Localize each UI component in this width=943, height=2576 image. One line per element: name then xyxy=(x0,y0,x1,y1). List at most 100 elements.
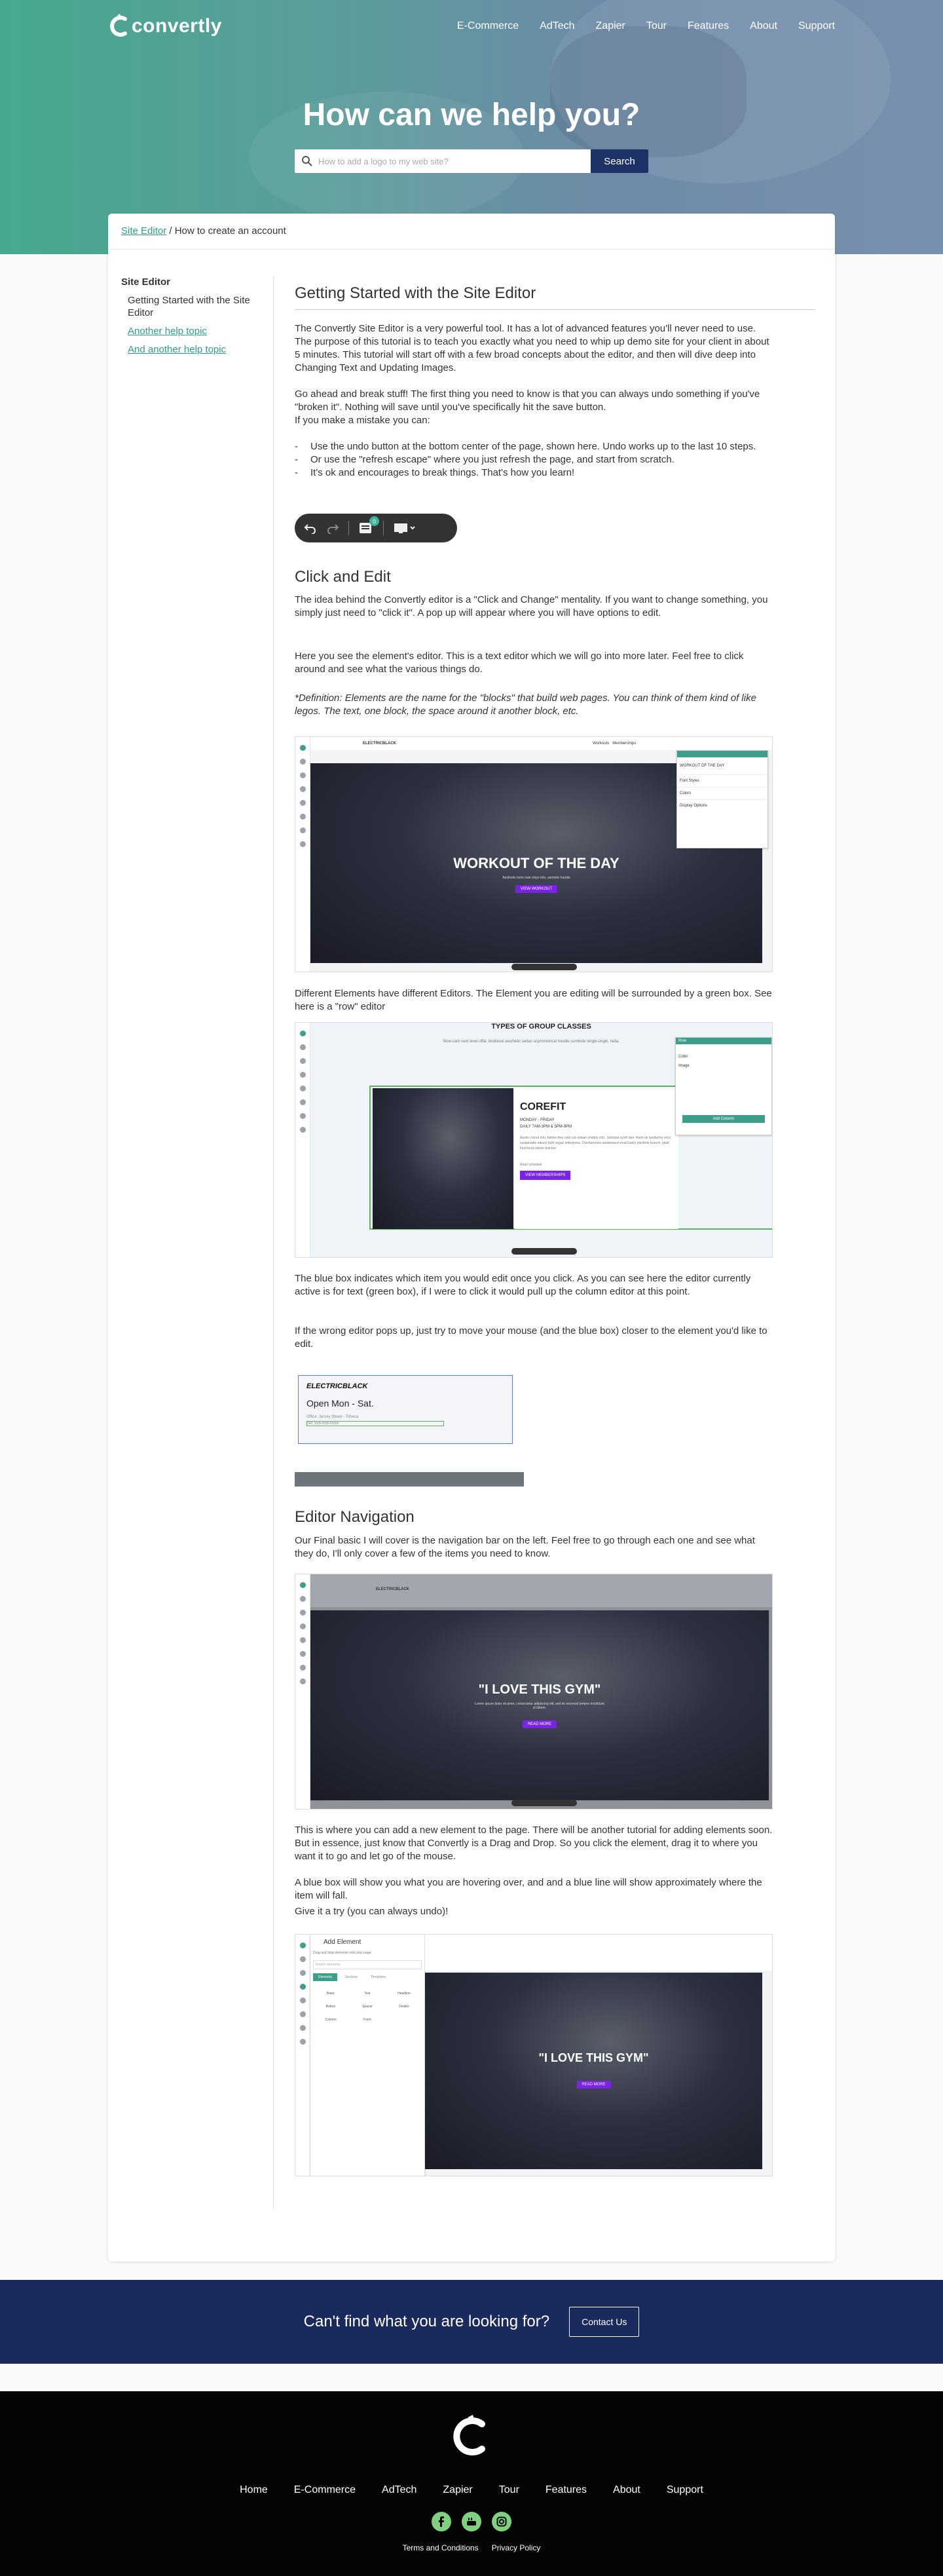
row-editor-panel: Row Color Image Add Column xyxy=(675,1037,772,1135)
list-item: Or use the "refresh escape" where you ju… xyxy=(295,453,773,466)
sidebar-heading: Site Editor xyxy=(121,276,171,288)
breadcrumb-current: How to create an account xyxy=(174,225,286,237)
panel-button: Add Column xyxy=(682,1115,765,1123)
panel-row: Font Styles xyxy=(677,774,767,787)
sidebar-item-link[interactable]: Another help topic xyxy=(121,325,252,337)
class-button: VIEW MEMBERSHIPS xyxy=(520,1171,571,1180)
editor-screenshot: Add Element Drag and drop elements onto … xyxy=(295,1934,773,2176)
redo-icon[interactable] xyxy=(326,522,339,534)
paragraph: Here you see the element's editor. This … xyxy=(295,651,744,675)
nav-zapier[interactable]: Zapier xyxy=(596,20,625,32)
phone-text: Tel: 555-555-5555 xyxy=(306,1421,444,1426)
footer-link-zapier[interactable]: Zapier xyxy=(443,2484,472,2496)
divider xyxy=(348,521,349,535)
instagram-icon[interactable] xyxy=(492,2512,511,2531)
youtube-icon[interactable] xyxy=(462,2512,481,2531)
footer-links: Home E-Commerce AdTech Zapier Tour Featu… xyxy=(0,2484,943,2496)
nav-links: E-Commerce AdTech Zapier Tour Features A… xyxy=(436,20,835,32)
nav-about[interactable]: About xyxy=(750,20,777,32)
search-input[interactable]: How to add a logo to my web site? xyxy=(295,149,591,173)
slide-button: READ MORE xyxy=(522,1720,557,1728)
list-item: It's ok and encourages to break things. … xyxy=(295,466,773,480)
footer-link-adtech[interactable]: AdTech xyxy=(382,2484,416,2496)
footer-link-tour[interactable]: Tour xyxy=(499,2484,519,2496)
element-grid: Basic Text Headline Button Spacer Divide… xyxy=(310,1985,424,2028)
panel-tab: Elements xyxy=(313,1973,337,1981)
search-button[interactable]: Search xyxy=(591,149,648,173)
sidebar-item-current[interactable]: Getting Started with the Site Editor xyxy=(121,294,252,319)
footer-link-features[interactable]: Features xyxy=(545,2484,587,2496)
paragraph: If you make a mistake you can: xyxy=(295,415,430,426)
slide-title: WORKOUT OF THE DAY xyxy=(453,855,619,871)
site-brand: ELECTRICBLACK xyxy=(363,742,396,746)
panel-tab: Sections xyxy=(344,1975,358,1979)
hover-outline: ELECTRICBLACK Open Mon - Sat. Office: Je… xyxy=(298,1375,513,1444)
breadcrumb-link[interactable]: Site Editor xyxy=(121,225,166,237)
cta-text: Can't find what you are looking for? xyxy=(303,2313,550,2330)
nav-ecommerce[interactable]: E-Commerce xyxy=(457,20,519,32)
editor-toolbar-mini xyxy=(511,1248,577,1255)
contact-us-button[interactable]: Contact Us xyxy=(569,2307,640,2337)
editor-toolbar-mini xyxy=(511,1800,577,1806)
editor-sidebar xyxy=(295,1935,310,2176)
element-tile: Basic xyxy=(326,1992,335,1996)
element-tile: Button xyxy=(325,2005,336,2009)
breadcrumb: Site Editor / How to create an account xyxy=(121,225,286,237)
panel-row: Image xyxy=(678,1064,690,1068)
class-link: Read schedule xyxy=(520,1163,542,1167)
content-card: Site Editor / How to create an account S… xyxy=(108,214,835,2262)
slide-subtitle: Aesthetic lomo kale chips tofu, semiotic… xyxy=(502,876,570,880)
footer-link-support[interactable]: Support xyxy=(667,2484,703,2496)
undo-icon[interactable] xyxy=(304,522,317,534)
site-header: ELECTRICBLACK xyxy=(310,1574,772,1607)
element-tile: Form xyxy=(363,2018,371,2022)
footer-link-home[interactable]: Home xyxy=(240,2484,268,2496)
terms-link[interactable]: Terms and Conditions xyxy=(403,2543,479,2552)
slide-button: READ MORE xyxy=(576,2081,611,2089)
nav-tour[interactable]: Tour xyxy=(646,20,667,32)
logo-text: Convertly xyxy=(132,15,222,37)
paragraph: *Definition: Elements are the name for t… xyxy=(295,692,756,717)
divider xyxy=(273,276,274,2209)
footer-link-ecommerce[interactable]: E-Commerce xyxy=(294,2484,356,2496)
panel-row: Color xyxy=(678,1055,688,1059)
editor-sidebar xyxy=(295,737,310,972)
nav-support[interactable]: Support xyxy=(798,20,835,32)
facebook-icon[interactable] xyxy=(432,2512,451,2531)
convertly-logo-icon[interactable] xyxy=(452,2415,491,2457)
list-item: Use the undo button at the bottom center… xyxy=(295,440,773,453)
paragraph: Go ahead and break stuff! The first thin… xyxy=(295,388,760,413)
footer-link-about[interactable]: About xyxy=(613,2484,640,2496)
paragraph: A blue box will show you what you are ho… xyxy=(295,1877,762,1901)
paragraph: This is where you can add a new element … xyxy=(295,1825,773,1862)
panel-subtitle: Drag and drop elements onto your page xyxy=(313,1951,371,1955)
device-preview-icon[interactable] xyxy=(393,522,416,534)
panel-header xyxy=(677,751,767,757)
element-tile: Text xyxy=(364,1992,371,1996)
hero-title: How can we help you? xyxy=(303,98,640,132)
panel-search: Search elements xyxy=(313,1960,422,1969)
site-header xyxy=(425,1935,772,1971)
nav-adtech[interactable]: AdTech xyxy=(540,20,574,32)
privacy-link[interactable]: Privacy Policy xyxy=(492,2543,541,2552)
search-placeholder: How to add a logo to my web site? xyxy=(318,156,449,166)
sidebar-item-link[interactable]: And another help topic xyxy=(121,343,252,356)
element-tile: Spacer xyxy=(362,2005,373,2009)
social-links xyxy=(0,2512,943,2531)
nav-features[interactable]: Features xyxy=(688,20,729,32)
slide-title: "I LOVE THIS GYM" xyxy=(478,1682,601,1697)
section-heading: Click and Edit xyxy=(295,568,391,586)
breadcrumb-sep: / xyxy=(166,225,175,237)
class-card: COREFIT MONDAY - FRIDAY DAILY 7AM-3PM & … xyxy=(515,1088,678,1229)
class-days: MONDAY - FRIDAY xyxy=(520,1118,555,1122)
site-brand: ELECTRICBLACK xyxy=(306,1382,368,1390)
contact-cta: Can't find what you are looking for? Con… xyxy=(0,2280,943,2364)
paragraph: The idea behind the Convertly editor is … xyxy=(295,594,768,618)
panel-row: Colors xyxy=(677,787,767,799)
search-bar: How to add a logo to my web site? Search xyxy=(295,149,648,173)
editor-screenshot: TYPES OF GROUP CLASSES Slow-carb next le… xyxy=(295,1022,773,1258)
logo[interactable]: Convertly xyxy=(108,14,222,39)
pages-icon[interactable]: 0 xyxy=(358,516,379,535)
footer-strip xyxy=(295,1472,524,1487)
address-text: Office: Jersey Street - Tribeca xyxy=(306,1415,359,1419)
